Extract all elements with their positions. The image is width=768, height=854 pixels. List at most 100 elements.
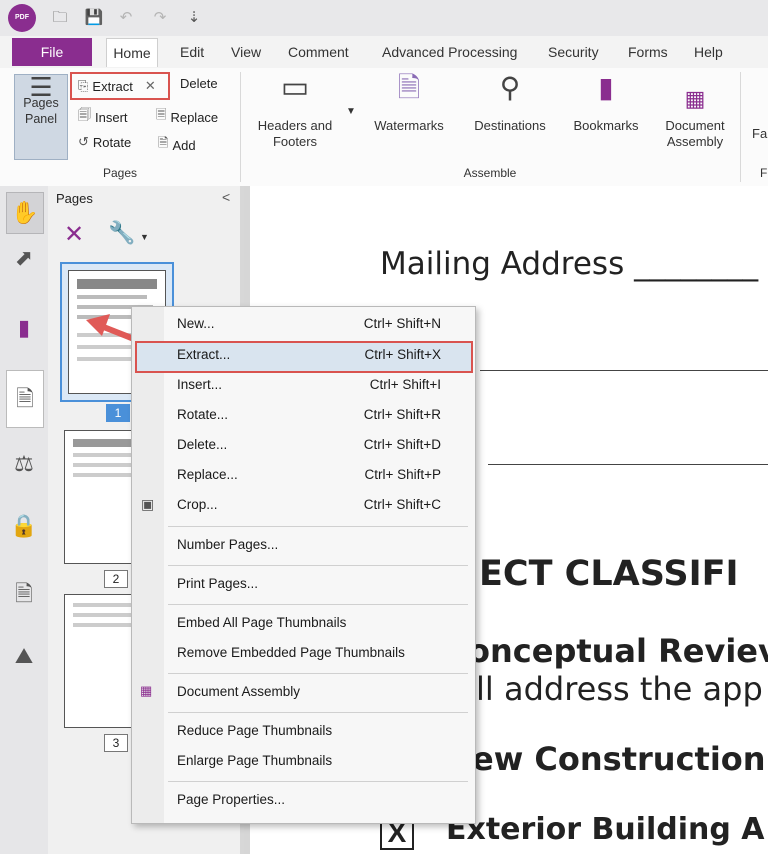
replace-button[interactable]: 🗏 Replace bbox=[156, 106, 218, 128]
watermarks-label: Watermarks bbox=[374, 118, 444, 133]
menu-item-rotate[interactable]: Rotate... Ctrl+ Shift+R bbox=[132, 403, 475, 429]
menu-item-shortcut: Ctrl+ Shift+R bbox=[363, 407, 441, 422]
menu-tabs: File Home Edit View Comment Advanced Pro… bbox=[0, 36, 768, 68]
rotate-button[interactable]: ↺ Rotate bbox=[78, 134, 131, 150]
insert-button[interactable]: 🗐 Insert bbox=[78, 106, 128, 128]
attachment-icon[interactable]: 🗎 bbox=[6, 574, 42, 614]
bookmark-panel-icon[interactable]: ▮ bbox=[6, 308, 42, 348]
menu-item-extract[interactable]: Extract... Ctrl+ Shift+X bbox=[132, 343, 475, 369]
image-icon[interactable]: ⛰ bbox=[6, 636, 42, 676]
menu-item-remove-thumbnails[interactable]: Remove Embedded Page Thumbnails bbox=[132, 641, 475, 667]
menu-item-delete[interactable]: Delete... Ctrl+ Shift+D bbox=[132, 433, 475, 459]
customize-icon[interactable]: ⇣ bbox=[184, 8, 204, 28]
menu-item-insert[interactable]: Insert... Ctrl+ Shift+I bbox=[132, 373, 475, 399]
tab-view[interactable]: View bbox=[223, 38, 269, 66]
menu-item-print-pages[interactable]: Print Pages... bbox=[132, 572, 475, 598]
menu-item-number-pages[interactable]: Number Pages... bbox=[132, 533, 475, 559]
tab-help[interactable]: Help bbox=[686, 38, 731, 66]
undo-icon[interactable]: ↶ bbox=[116, 8, 136, 28]
doc-heading-conceptual: onceptual Reviev bbox=[468, 632, 768, 670]
menu-item-label: New... bbox=[177, 316, 215, 331]
thumb-line bbox=[77, 279, 157, 289]
tab-home[interactable]: Home bbox=[106, 38, 158, 67]
doc-rule bbox=[488, 464, 768, 465]
menu-item-label: Remove Embedded Page Thumbnails bbox=[177, 645, 405, 660]
pages-panel-label-1: Pages bbox=[23, 96, 59, 110]
watermarks-button[interactable]: 🗎 Watermarks bbox=[366, 74, 452, 134]
panel-collapse-button[interactable]: < bbox=[222, 189, 230, 205]
layers-icon[interactable]: ⚖ bbox=[6, 444, 42, 484]
redo-icon[interactable]: ↷ bbox=[150, 8, 170, 28]
add-button[interactable]: 🗎 Add bbox=[158, 134, 196, 156]
document-assembly-button[interactable]: ▦ Document Assembly bbox=[656, 80, 734, 150]
wrench-icon[interactable]: 🔧 bbox=[108, 220, 135, 246]
doc-body-address: ll address the app bbox=[476, 670, 763, 708]
panel-title: Pages bbox=[56, 191, 93, 206]
menu-separator bbox=[168, 526, 468, 527]
pages-group-label: Pages bbox=[102, 166, 138, 180]
pages-panel-button[interactable]: ☰ Pages Panel bbox=[14, 74, 68, 160]
doc-rule bbox=[480, 370, 768, 371]
menu-separator bbox=[168, 673, 468, 674]
bookmarks-button[interactable]: ▮ Bookmarks bbox=[565, 74, 647, 134]
tab-comment[interactable]: Comment bbox=[280, 38, 357, 66]
page-number-3: 3 bbox=[104, 734, 128, 752]
select-arrow-icon[interactable]: ⬈ bbox=[6, 238, 42, 278]
menu-item-replace[interactable]: Replace... Ctrl+ Shift+P bbox=[132, 463, 475, 489]
tab-forms[interactable]: Forms bbox=[620, 38, 676, 66]
delete-button[interactable]: Delete bbox=[162, 76, 218, 91]
menu-separator bbox=[168, 781, 468, 782]
menu-item-crop[interactable]: ▣ Crop... Ctrl+ Shift+C bbox=[132, 493, 475, 519]
menu-item-reduce-thumbnails[interactable]: Reduce Page Thumbnails bbox=[132, 719, 475, 745]
lock-icon[interactable]: 🔒 bbox=[6, 506, 42, 546]
insert-icon: 🗐 bbox=[78, 107, 91, 122]
wrench-dropdown-icon[interactable]: ▼ bbox=[140, 232, 149, 242]
document-assembly-label-1: Document bbox=[665, 118, 725, 133]
menu-item-new[interactable]: New... Ctrl+ Shift+N bbox=[132, 312, 475, 338]
title-bar: PDF 🗀 💾 ↶ ↷ ⇣ bbox=[0, 0, 768, 37]
menu-item-label: Delete... bbox=[177, 437, 228, 452]
tab-advanced-processing[interactable]: Advanced Processing bbox=[374, 38, 525, 66]
extract-button[interactable]: ⎘ Extract ✕ bbox=[70, 72, 170, 100]
folder-icon[interactable]: 🗀 bbox=[50, 8, 70, 28]
crop-icon: ▣ bbox=[141, 496, 155, 512]
page-number-2: 2 bbox=[104, 570, 128, 588]
headers-footers-icon: ▭ bbox=[280, 71, 310, 104]
app-logo[interactable]: PDF bbox=[8, 4, 36, 32]
doc-heading-exterior: Exterior Building A bbox=[446, 812, 765, 847]
menu-item-label: Page Properties... bbox=[177, 792, 286, 807]
menu-item-enlarge-thumbnails[interactable]: Enlarge Page Thumbnails bbox=[132, 749, 475, 775]
menu-item-label: Number Pages... bbox=[177, 537, 279, 552]
menu-item-page-properties[interactable]: Page Properties... bbox=[132, 788, 475, 814]
menu-item-shortcut: Ctrl+ Shift+N bbox=[363, 316, 441, 331]
delete-label: Delete bbox=[180, 76, 218, 91]
headers-footers-dropdown-icon[interactable]: ▼ bbox=[346, 106, 356, 117]
left-rail: ✋ ⬈ ▮ 🗎 ⚖ 🔒 🗎 ⛰ bbox=[0, 186, 49, 854]
cut-off-button[interactable]: Fa bbox=[752, 126, 767, 142]
thumb-line bbox=[77, 295, 147, 299]
bookmarks-label: Bookmarks bbox=[573, 118, 639, 133]
menu-item-label: Extract... bbox=[177, 347, 231, 362]
ribbon: ☰ Pages Panel ⎘ Extract ✕ Delete 🗐 Inser… bbox=[0, 68, 768, 187]
menu-item-label: Replace... bbox=[177, 467, 238, 482]
headers-footers-label-2: Footers bbox=[272, 134, 318, 149]
save-icon[interactable]: 💾 bbox=[84, 8, 104, 28]
menu-item-label: Rotate... bbox=[177, 407, 229, 422]
tab-edit[interactable]: Edit bbox=[172, 38, 212, 66]
menu-item-document-assembly[interactable]: ▦ Document Assembly bbox=[132, 680, 475, 706]
menu-item-embed-thumbnails[interactable]: Embed All Page Thumbnails bbox=[132, 611, 475, 637]
destinations-button[interactable]: ⚲ Destinations bbox=[462, 74, 558, 134]
delete-page-icon[interactable]: ✕ bbox=[64, 220, 84, 249]
tab-security[interactable]: Security bbox=[540, 38, 607, 66]
menu-separator bbox=[168, 604, 468, 605]
rotate-icon: ↺ bbox=[78, 134, 89, 149]
hand-tool-icon[interactable]: ✋ bbox=[6, 192, 44, 234]
pages-panel-icon-rail[interactable]: 🗎 bbox=[6, 370, 44, 428]
destinations-label: Destinations bbox=[474, 118, 546, 133]
headers-footers-button[interactable]: ▭ Headers and Footers bbox=[252, 71, 338, 150]
pages-panel-label-2: Panel bbox=[25, 112, 57, 126]
menu-item-label: Document Assembly bbox=[177, 684, 301, 699]
menu-separator bbox=[168, 565, 468, 566]
tab-file[interactable]: File bbox=[12, 38, 92, 66]
extract-label: Extract bbox=[92, 78, 133, 94]
